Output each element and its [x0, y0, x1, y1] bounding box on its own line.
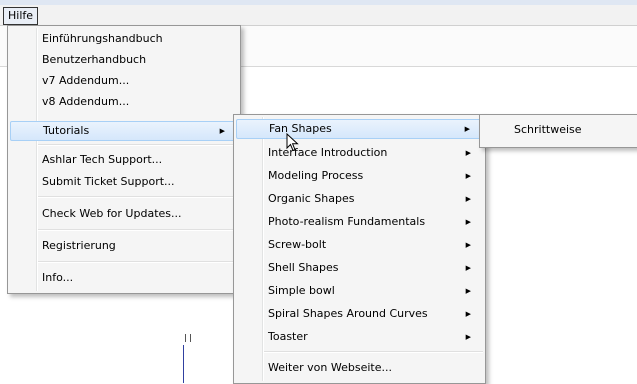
tutorials-submenu: Fan Shapes ▶ Interface Introduction ▶ Mode… [233, 114, 486, 384]
menu-item-v7-addendum[interactable]: v7 Addendum... [10, 71, 238, 91]
menu-item-label: Registrierung [42, 239, 116, 252]
menu-bar: Hilfe [0, 5, 637, 26]
menu-item-check-web-updates[interactable]: Check Web for Updates... [10, 204, 238, 224]
menu-item-organic-shapes[interactable]: Organic Shapes ▶ [236, 189, 483, 209]
menu-item-tutorials[interactable]: Tutorials ▶ [10, 121, 238, 141]
chevron-right-icon: ▶ [465, 241, 471, 249]
menu-item-schrittweise[interactable]: Schrittweise [482, 120, 637, 140]
chevron-right-icon: ▶ [465, 333, 471, 341]
menu-item-screw-bolt[interactable]: Screw-bolt ▶ [236, 235, 483, 255]
help-dropdown-menu: Einführungshandbuch Benutzerhandbuch v7 … [7, 25, 241, 294]
menu-item-label: Organic Shapes [268, 192, 355, 205]
menu-item-label: Einführungshandbuch [42, 32, 163, 45]
menu-item-spiral-shapes[interactable]: Spiral Shapes Around Curves ▶ [236, 304, 483, 324]
menu-item-label: Shell Shapes [268, 261, 339, 274]
menu-item-info[interactable]: Info... [10, 268, 238, 288]
chevron-right-icon: ▶ [465, 310, 471, 318]
chevron-right-icon: ▶ [465, 287, 471, 295]
menu-item-label: Benutzerhandbuch [42, 53, 147, 66]
menu-item-label: v8 Addendum... [42, 95, 130, 108]
menu-item-weiter-von-webseite[interactable]: Weiter von Webseite... [236, 358, 483, 378]
menu-item-label: Simple bowl [268, 284, 335, 297]
menu-item-label: Info... [42, 271, 74, 284]
menu-item-label: Tutorials [43, 124, 90, 137]
fan-shapes-submenu: Schrittweise [479, 114, 637, 148]
menu-item-submit-ticket-support[interactable]: Submit Ticket Support... [10, 172, 238, 192]
chevron-right-icon: ▶ [465, 149, 471, 157]
chevron-right-icon: ▶ [465, 218, 471, 226]
chevron-right-icon: ▶ [465, 172, 471, 180]
menu-separator [38, 196, 238, 198]
menu-item-fan-shapes[interactable]: Fan Shapes ▶ [236, 119, 483, 139]
menu-item-ashlar-tech-support[interactable]: Ashlar Tech Support... [10, 150, 238, 170]
menu-hilfe[interactable]: Hilfe [3, 7, 39, 25]
chevron-right-icon: ▶ [219, 127, 225, 135]
canvas-marker [185, 334, 191, 342]
menu-item-modeling-process[interactable]: Modeling Process ▶ [236, 166, 483, 186]
menu-item-registrierung[interactable]: Registrierung [10, 236, 238, 256]
menu-item-label: Fan Shapes [269, 122, 332, 135]
menu-item-label: Screw-bolt [268, 238, 327, 251]
menu-separator [264, 351, 483, 353]
mouse-pointer-icon [286, 133, 299, 152]
menu-separator [38, 261, 238, 263]
menu-item-label: Ashlar Tech Support... [42, 153, 163, 166]
menu-item-toaster[interactable]: Toaster ▶ [236, 327, 483, 347]
menu-item-simple-bowl[interactable]: Simple bowl ▶ [236, 281, 483, 301]
menu-item-v8-addendum[interactable]: v8 Addendum... [10, 92, 238, 112]
menu-item-label: v7 Addendum... [42, 74, 130, 87]
menu-item-shell-shapes[interactable]: Shell Shapes ▶ [236, 258, 483, 278]
menu-separator [38, 144, 238, 146]
menu-item-label: Weiter von Webseite... [268, 361, 392, 374]
chevron-right-icon: ▶ [464, 125, 470, 133]
menu-item-einfuehrungshandbuch[interactable]: Einführungshandbuch [10, 29, 238, 49]
menu-item-label: Spiral Shapes Around Curves [268, 307, 428, 320]
menu-separator [38, 229, 238, 231]
menu-item-label: Schrittweise [514, 123, 582, 136]
menu-item-label: Toaster [268, 330, 308, 343]
canvas-line [183, 345, 184, 383]
menu-item-label: Submit Ticket Support... [42, 175, 175, 188]
chevron-right-icon: ▶ [465, 195, 471, 203]
menu-item-interface-introduction[interactable]: Interface Introduction ▶ [236, 143, 483, 163]
chevron-right-icon: ▶ [465, 264, 471, 272]
menu-item-label: Modeling Process [268, 169, 364, 182]
menu-item-label: Check Web for Updates... [42, 207, 182, 220]
menu-item-photo-realism[interactable]: Photo-realism Fundamentals ▶ [236, 212, 483, 232]
menu-item-benutzerhandbuch[interactable]: Benutzerhandbuch [10, 50, 238, 70]
menu-item-label: Photo-realism Fundamentals [268, 215, 426, 228]
